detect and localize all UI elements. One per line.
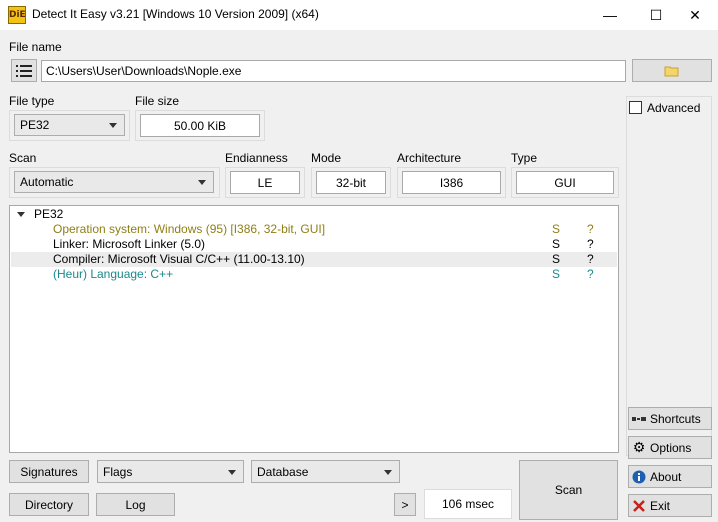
chevron-down-icon (228, 469, 236, 475)
options-button[interactable]: ⚙ Options (628, 436, 712, 459)
row-text: (Heur) Language: C++ (53, 267, 174, 281)
flags-value: Flags (103, 464, 133, 479)
row-info-button[interactable]: ? (587, 252, 594, 267)
flags-combo[interactable]: Flags (97, 460, 244, 483)
file-path-input[interactable]: C:\Users\User\Downloads\Nople.exe (41, 60, 626, 82)
database-combo[interactable]: Database (251, 460, 400, 483)
chevron-down-icon (198, 180, 206, 185)
shortcuts-icon (632, 412, 646, 426)
signatures-button[interactable]: Signatures (9, 460, 89, 483)
app-icon: DiE (8, 6, 26, 24)
info-icon (632, 470, 646, 484)
file-type-combo[interactable]: PE32 (14, 114, 125, 136)
results-tree[interactable]: PE32 Operation system: Windows (95) [I38… (9, 205, 619, 453)
list-icon (16, 64, 32, 77)
row-info-button[interactable]: ? (587, 267, 594, 282)
expand-arrow-icon[interactable] (17, 212, 25, 217)
tree-root-label: PE32 (34, 207, 64, 221)
row-info-button[interactable]: ? (587, 222, 594, 237)
exit-button[interactable]: Exit (628, 494, 712, 517)
file-size-label: File size (135, 94, 180, 108)
advanced-label: Advanced (647, 101, 701, 115)
architecture-label: Architecture (397, 151, 462, 165)
mode-value: 32-bit (316, 171, 386, 194)
chevron-down-icon (109, 123, 117, 128)
advanced-checkbox[interactable] (629, 101, 642, 114)
architecture-value: I386 (402, 171, 501, 194)
row-s-button[interactable]: S (552, 267, 560, 282)
scan-value: Automatic (20, 175, 74, 189)
row-s-button[interactable]: S (552, 252, 560, 267)
type-label: Type (511, 151, 538, 165)
row-text: Linker: Microsoft Linker (5.0) (53, 237, 206, 251)
scan-time-display: 106 msec (424, 489, 512, 519)
log-button[interactable]: Log (96, 493, 175, 516)
browse-button[interactable] (632, 59, 712, 82)
row-s-button[interactable]: S (552, 237, 560, 252)
shortcuts-button[interactable]: Shortcuts (628, 407, 712, 430)
row-s-button[interactable]: S (552, 222, 560, 237)
row-info-button[interactable]: ? (587, 237, 594, 252)
tree-row[interactable]: Compiler: Microsoft Visual C/C++ (11.00-… (11, 252, 617, 267)
scan-label: Scan (9, 151, 37, 165)
directory-button[interactable]: Directory (9, 493, 89, 516)
window-title: Detect It Easy v3.21 [Windows 10 Version… (32, 7, 319, 21)
mode-label: Mode (311, 151, 342, 165)
tree-root-row[interactable]: PE32 (11, 207, 617, 222)
scan-combo[interactable]: Automatic (14, 171, 214, 193)
file-size-value: 50.00 KiB (140, 114, 260, 137)
more-button[interactable]: > (394, 493, 416, 516)
chevron-down-icon (384, 469, 392, 475)
endianness-label: Endianness (225, 151, 288, 165)
file-type-label: File type (9, 94, 55, 108)
type-value: GUI (516, 171, 614, 194)
shortcuts-label: Shortcuts (650, 411, 701, 426)
file-type-value: PE32 (20, 118, 50, 132)
database-value: Database (257, 464, 309, 479)
close-icon (632, 499, 646, 513)
tree-row[interactable]: Operation system: Windows (95) [I386, 32… (11, 222, 617, 237)
close-button[interactable]: ✕ (672, 0, 718, 30)
file-name-label: File name (9, 40, 62, 54)
scan-button[interactable]: Scan (519, 460, 618, 520)
about-button[interactable]: About (628, 465, 712, 488)
gear-icon: ⚙ (632, 439, 646, 455)
minimize-button[interactable]: — (587, 0, 633, 30)
row-text: Compiler: Microsoft Visual C/C++ (11.00-… (53, 252, 305, 266)
exit-label: Exit (650, 498, 671, 513)
tree-row[interactable]: Linker: Microsoft Linker (5.0) S ? (11, 237, 617, 252)
tree-row[interactable]: (Heur) Language: C++ S ? (11, 267, 617, 282)
side-panel (626, 96, 712, 456)
endianness-value: LE (230, 171, 300, 194)
about-label: About (650, 469, 682, 484)
options-label: Options (650, 440, 692, 455)
row-text: Operation system: Windows (95) [I386, 32… (53, 222, 326, 236)
folder-icon (664, 66, 679, 76)
file-menu-button[interactable] (11, 59, 37, 82)
